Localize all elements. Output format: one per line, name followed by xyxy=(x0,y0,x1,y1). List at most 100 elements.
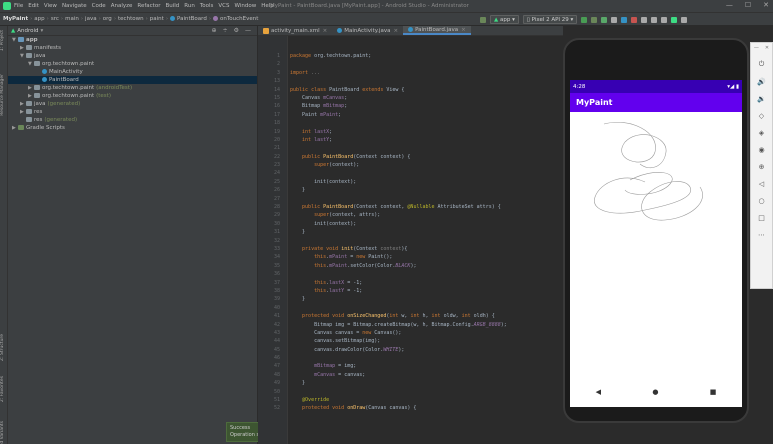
breadcrumb-module[interactable]: app xyxy=(34,16,44,22)
close-tab-icon[interactable]: × xyxy=(393,28,398,34)
line-number: 42 xyxy=(273,321,280,328)
zoom-icon[interactable]: ⊕ xyxy=(759,163,765,171)
apply-changes-icon[interactable] xyxy=(591,16,598,23)
search-everywhere-icon[interactable] xyxy=(681,16,688,23)
profile-icon[interactable] xyxy=(611,16,618,23)
resource-manager-tab[interactable]: Resource Manager xyxy=(0,74,8,116)
recents-button[interactable]: ■ xyxy=(710,388,717,396)
code-line: 23 super(context); xyxy=(258,161,563,169)
breadcrumb-java[interactable]: java xyxy=(85,16,97,22)
menu-build[interactable]: Build xyxy=(165,3,179,9)
hide-icon[interactable]: — xyxy=(245,27,251,34)
tree-item[interactable]: ▼ app xyxy=(8,36,257,44)
code-line: 31 } xyxy=(258,228,563,236)
debug-icon[interactable] xyxy=(601,16,608,23)
menu-vcs[interactable]: VCS xyxy=(218,3,229,9)
tree-item[interactable]: ▼ java xyxy=(8,52,257,60)
tree-item[interactable]: ▶ java (generated) xyxy=(8,100,257,108)
code-token: = xyxy=(347,254,357,261)
menu-window[interactable]: Window xyxy=(235,3,257,9)
sync-gradle-icon[interactable] xyxy=(641,16,648,23)
home-button[interactable]: ● xyxy=(652,388,658,396)
tab-mainactivity-java[interactable]: MainActivity.java × xyxy=(332,26,403,35)
home-icon[interactable]: ○ xyxy=(758,197,764,205)
view-selector[interactable]: Android xyxy=(17,28,38,34)
breadcrumb-project[interactable]: MyPaint xyxy=(3,16,28,22)
layout-inspector-icon[interactable] xyxy=(671,16,678,23)
paint-canvas[interactable] xyxy=(570,112,742,377)
breadcrumb-paint[interactable]: paint xyxy=(150,16,164,22)
tree-item[interactable]: MainActivity xyxy=(8,68,257,76)
power-icon[interactable]: ⏻ xyxy=(759,60,765,69)
run-config-label: app xyxy=(499,17,511,23)
class-icon xyxy=(337,28,343,33)
menu-file[interactable]: File xyxy=(14,3,23,9)
breadcrumb-class[interactable]: PaintBoard xyxy=(170,16,207,22)
code-token: ); xyxy=(398,346,405,353)
breadcrumb-org[interactable]: org xyxy=(103,16,112,22)
close-window-button[interactable]: ✕ xyxy=(763,1,769,9)
minimize-icon[interactable]: — xyxy=(754,45,759,51)
run-config-select[interactable]: ▲ app ▾ xyxy=(490,15,519,24)
breadcrumb-src[interactable]: src xyxy=(51,16,59,22)
project-tool-tab[interactable]: 1: Project xyxy=(0,30,8,51)
menu-tools[interactable]: Tools xyxy=(200,3,214,9)
menu-analyze[interactable]: Analyze xyxy=(111,3,133,9)
attach-debugger-icon[interactable] xyxy=(621,16,628,23)
tree-item[interactable]: res (generated) xyxy=(8,116,257,124)
run-icon[interactable] xyxy=(581,16,588,23)
locate-icon[interactable]: ⊕ xyxy=(212,27,217,34)
device-screen[interactable]: 4:28 ▾◢ ▮ MyPaint ◀ ● ■ xyxy=(570,80,742,407)
close-tab-icon[interactable]: × xyxy=(461,27,466,33)
menu-code[interactable]: Code xyxy=(92,3,106,9)
code-token: mCanvas xyxy=(314,371,336,378)
volume-down-icon[interactable]: 🔉 xyxy=(757,95,766,103)
close-tab-icon[interactable]: × xyxy=(323,28,328,34)
stop-icon[interactable] xyxy=(631,16,638,23)
tree-item[interactable]: ▶ manifests xyxy=(8,44,257,52)
back-button[interactable]: ◀ xyxy=(596,388,601,396)
code-token: @Nullable xyxy=(407,204,438,211)
menu-view[interactable]: View xyxy=(44,3,57,9)
tree-item[interactable]: ▶ res xyxy=(8,108,257,116)
breadcrumb-techtown[interactable]: techtown xyxy=(118,16,144,22)
menu-edit[interactable]: Edit xyxy=(28,3,39,9)
volume-up-icon[interactable]: 🔊 xyxy=(757,78,766,86)
code-token: int xyxy=(410,313,423,320)
tree-item[interactable]: ▶ org.techtown.paint (test) xyxy=(8,92,257,100)
code-token: this xyxy=(290,287,327,294)
code-token: this xyxy=(290,262,327,269)
minimize-button[interactable]: — xyxy=(726,1,733,9)
back-icon[interactable]: ◁ xyxy=(759,180,764,188)
code-editor[interactable]: 1 package org.techtown.paint; 2 3 import ...… xyxy=(258,36,563,444)
gear-icon[interactable]: ⚙ xyxy=(234,27,239,34)
menu-navigate[interactable]: Navigate xyxy=(62,3,87,9)
rotate-right-icon[interactable]: ◈ xyxy=(759,129,764,137)
avd-manager-icon[interactable] xyxy=(651,16,658,23)
collapse-icon[interactable]: ÷ xyxy=(223,27,228,34)
screenshot-icon[interactable]: ◉ xyxy=(758,146,764,154)
line-number: 15 xyxy=(273,94,280,101)
rotate-left-icon[interactable]: ◇ xyxy=(759,112,764,120)
breadcrumb-method[interactable]: onTouchEvent xyxy=(213,16,258,22)
close-icon[interactable]: ✕ xyxy=(765,45,769,51)
breadcrumb-main[interactable]: main xyxy=(65,16,79,22)
menu-run[interactable]: Run xyxy=(184,3,195,9)
tree-item[interactable]: ▼ org.techtown.paint xyxy=(8,60,257,68)
build-variants-tab[interactable]: Build Variants xyxy=(0,421,8,444)
device-select[interactable]: ▯ Pixel 2 API 29 ▾ xyxy=(522,15,578,24)
tab-activity-main-xml[interactable]: activity_main.xml × xyxy=(258,26,332,35)
overview-icon[interactable]: □ xyxy=(758,214,765,222)
tree-item[interactable]: ▶ org.techtown.paint (androidTest) xyxy=(8,84,257,92)
favorites-tab[interactable]: 2: Favorites xyxy=(0,376,8,402)
hammer-icon[interactable] xyxy=(480,16,486,23)
menu-refactor[interactable]: Refactor xyxy=(137,3,160,9)
code-line: 41 protected void onSizeChanged(int w, i… xyxy=(258,312,563,320)
sdk-manager-icon[interactable] xyxy=(661,16,668,23)
tree-item[interactable]: PaintBoard xyxy=(8,76,257,84)
maximize-button[interactable]: ☐ xyxy=(745,1,751,9)
structure-tab[interactable]: Z: Structure xyxy=(0,334,8,361)
more-icon[interactable]: ⋯ xyxy=(758,231,765,239)
tab-paintboard-java[interactable]: PaintBoard.java × xyxy=(403,26,471,35)
tree-item[interactable]: ▶ Gradle Scripts xyxy=(8,124,257,132)
